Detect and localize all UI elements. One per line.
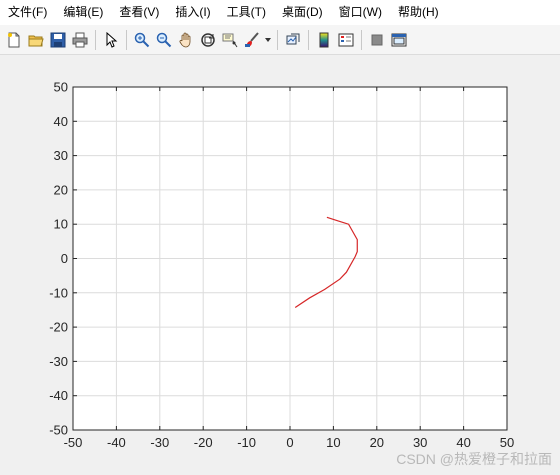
data-cursor-icon[interactable] — [219, 29, 241, 51]
y-tick-label: 40 — [54, 114, 68, 129]
open-folder-icon[interactable] — [25, 29, 47, 51]
legend-icon[interactable] — [335, 29, 357, 51]
x-tick-label: 50 — [500, 435, 514, 450]
y-tick-label: -50 — [49, 423, 68, 438]
toolbar-separator — [126, 29, 127, 50]
toolbar-separator — [277, 29, 278, 50]
show-plot-tools-icon[interactable] — [388, 29, 410, 51]
figure-toolbar — [0, 25, 560, 55]
x-tick-label: -40 — [107, 435, 126, 450]
menu-edit[interactable]: 编辑(E) — [55, 0, 111, 25]
y-tick-label: 30 — [54, 148, 68, 163]
x-tick-label: 40 — [456, 435, 470, 450]
y-tick-label: 20 — [54, 182, 68, 197]
y-tick-label: -10 — [49, 285, 68, 300]
brush-icon[interactable] — [241, 29, 263, 51]
hide-plot-tools-icon[interactable] — [366, 29, 388, 51]
print-icon[interactable] — [69, 29, 91, 51]
menu-insert[interactable]: 插入(I) — [167, 0, 218, 25]
menu-bar: 文件(F) 编辑(E) 查看(V) 插入(I) 工具(T) 桌面(D) 窗口(W… — [0, 0, 560, 25]
x-tick-label: 10 — [326, 435, 340, 450]
rotate-3d-icon[interactable] — [197, 29, 219, 51]
figure-area: -50 -40 -30 -20 -10 0 10 20 30 40 50 -50 -40 -30 -20 -1… — [0, 55, 560, 475]
menu-view[interactable]: 查看(V) — [111, 0, 167, 25]
dropdown-arrow-icon[interactable] — [263, 29, 273, 51]
watermark-text: CSDN @热爱橙子和拉面 — [396, 451, 552, 467]
new-file-icon[interactable] — [3, 29, 25, 51]
y-tick-label: -20 — [49, 320, 68, 335]
pan-hand-icon[interactable] — [175, 29, 197, 51]
zoom-in-icon[interactable] — [131, 29, 153, 51]
y-tick-label: 50 — [54, 80, 68, 95]
link-plot-icon[interactable] — [282, 29, 304, 51]
menu-file[interactable]: 文件(F) — [0, 0, 55, 25]
toolbar-separator — [361, 29, 362, 50]
x-tick-label: -20 — [194, 435, 213, 450]
save-icon[interactable] — [47, 29, 69, 51]
y-tick-label: -40 — [49, 388, 68, 403]
plot-canvas[interactable]: -50 -40 -30 -20 -10 0 10 20 30 40 50-50-40-30-20-1… — [0, 55, 560, 475]
colorbar-icon[interactable] — [313, 29, 335, 51]
zoom-out-icon[interactable] — [153, 29, 175, 51]
x-tick-label: 0 — [286, 435, 293, 450]
menu-help[interactable]: 帮助(H) — [390, 0, 447, 25]
menu-desktop[interactable]: 桌面(D) — [274, 0, 331, 25]
y-tick-label: 0 — [61, 251, 68, 266]
x-tick-label: 20 — [370, 435, 384, 450]
x-tick-label: -30 — [150, 435, 169, 450]
x-tick-label: 30 — [413, 435, 427, 450]
menu-tools[interactable]: 工具(T) — [219, 0, 274, 25]
y-tick-label: -30 — [49, 354, 68, 369]
toolbar-separator — [308, 29, 309, 50]
toolbar-separator — [95, 29, 96, 50]
y-tick-label: 10 — [54, 217, 68, 232]
x-tick-label: -10 — [237, 435, 256, 450]
pointer-icon[interactable] — [100, 29, 122, 51]
menu-window[interactable]: 窗口(W) — [331, 0, 390, 25]
